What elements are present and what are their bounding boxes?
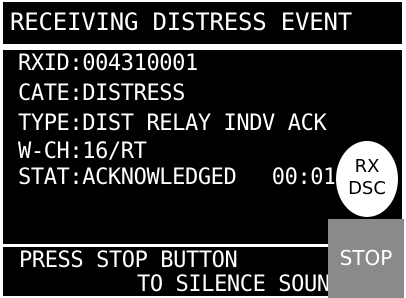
distress-receive-screen: RECEIVING DISTRESS EVENT RXID:004310001 … <box>0 0 406 298</box>
status-text: STAT:ACKNOWLEDGED <box>18 165 237 190</box>
working-channel-line: W-CH:16/RT <box>18 139 147 164</box>
instruction-line-1: PRESS STOP BUTTON <box>19 248 238 273</box>
screen-title: RECEIVING DISTRESS EVENT <box>10 8 352 36</box>
dsc-label: DSC <box>348 178 386 199</box>
rx-dsc-indicator: RX DSC <box>334 139 400 219</box>
title-bar: RECEIVING DISTRESS EVENT <box>1 0 404 46</box>
distress-details-panel: RXID:004310001 CATE:DISTRESS TYPE:DIST R… <box>1 48 404 246</box>
status-time: 00:01 <box>271 165 337 190</box>
instruction-line-2: TO SILENCE SOUND. <box>137 272 356 297</box>
rxid-line: RXID:004310001 <box>18 51 198 76</box>
stop-button[interactable]: STOP <box>328 219 404 298</box>
category-line: CATE:DISTRESS <box>18 81 185 106</box>
status-row: STAT:ACKNOWLEDGED 00:01 <box>18 166 336 190</box>
type-line: TYPE:DIST RELAY INDV ACK <box>18 111 327 136</box>
instruction-bar: PRESS STOP BUTTON TO SILENCE SOUND. <box>1 245 356 298</box>
rx-label: RX <box>354 156 380 177</box>
